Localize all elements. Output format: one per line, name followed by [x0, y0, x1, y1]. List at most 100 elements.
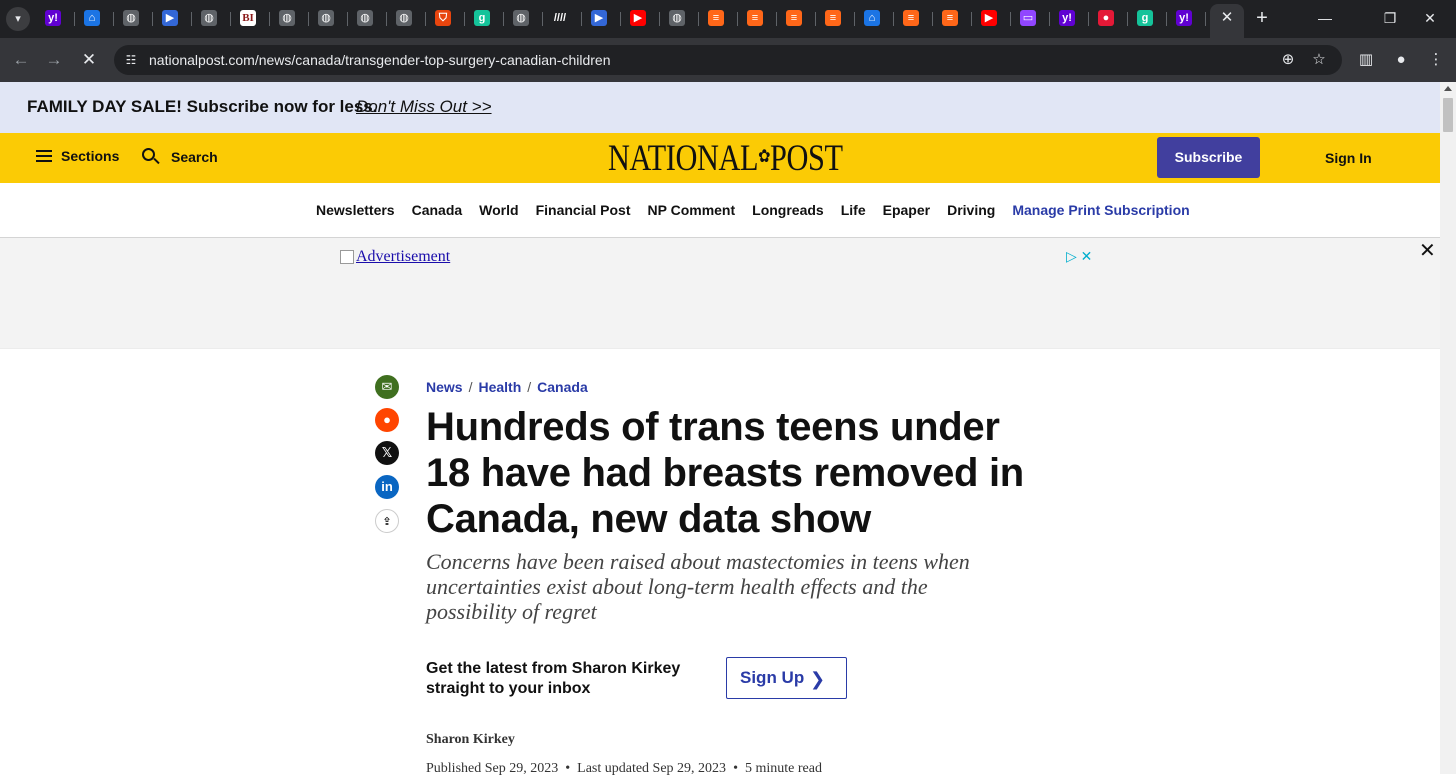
forward-button[interactable]: →: [42, 48, 66, 72]
x-icon[interactable]: 𝕏: [375, 441, 399, 465]
logo-word-right: POST: [770, 138, 843, 179]
tab-separator: [776, 12, 777, 26]
close-ad-icon[interactable]: ✕: [1419, 238, 1436, 263]
national-post-logo[interactable]: NATIONAL✿POST: [608, 137, 843, 180]
subscribe-button[interactable]: Subscribe: [1157, 137, 1260, 178]
section-nav-item[interactable]: Manage Print Subscription: [1012, 202, 1189, 218]
section-nav-item[interactable]: World: [479, 202, 518, 218]
author-byline[interactable]: Sharon Kirkey: [426, 732, 515, 748]
section-nav-item[interactable]: Longreads: [752, 202, 824, 218]
yahoo-icon[interactable]: y!: [45, 10, 61, 26]
grammarly-icon[interactable]: g: [1137, 10, 1153, 26]
globe-icon[interactable]: ◍: [357, 10, 373, 26]
zoom-icon[interactable]: ⊕: [1278, 50, 1298, 70]
scroll-up-arrow-icon[interactable]: [1444, 86, 1452, 91]
tab-separator: [1088, 12, 1089, 26]
tab-separator: [1127, 12, 1128, 26]
address-bar[interactable]: ☷ nationalpost.com/news/canada/transgend…: [114, 45, 1342, 75]
sign-up-button[interactable]: Sign Up ❯: [726, 657, 847, 699]
sign-in-link[interactable]: Sign In: [1325, 150, 1372, 166]
section-nav-item[interactable]: Driving: [947, 202, 995, 218]
media-icon[interactable]: ▶: [591, 10, 607, 26]
article-subheadline: Concerns have been raised about mastecto…: [426, 549, 970, 624]
shield-icon[interactable]: ⛉: [435, 10, 451, 26]
email-icon[interactable]: ✉: [375, 375, 399, 399]
promo-link[interactable]: Don't Miss Out >>: [356, 97, 492, 117]
twitch-icon[interactable]: ▭: [1020, 10, 1036, 26]
media-icon[interactable]: ▶: [162, 10, 178, 26]
grammarly-icon[interactable]: g: [474, 10, 490, 26]
bookmark-icon[interactable]: ≡: [942, 10, 958, 26]
youtube-icon[interactable]: ▶: [981, 10, 997, 26]
reddit-icon[interactable]: ●: [375, 408, 399, 432]
restore-button[interactable]: ❐: [1380, 8, 1400, 28]
tab-separator: [191, 12, 192, 26]
bookmark-icon[interactable]: ≡: [747, 10, 763, 26]
breadcrumb-news[interactable]: News: [426, 379, 463, 395]
search-button[interactable]: Search: [142, 148, 218, 166]
youtube-icon[interactable]: ▶: [630, 10, 646, 26]
share-icon[interactable]: ⇪: [375, 509, 399, 533]
tab-separator: [737, 12, 738, 26]
page-scrollbar[interactable]: [1440, 82, 1456, 774]
breadcrumb-canada[interactable]: Canada: [537, 379, 588, 395]
sections-label: Sections: [61, 148, 120, 164]
leaf-icon[interactable]: ⌂: [84, 10, 100, 26]
globe-icon[interactable]: ◍: [669, 10, 685, 26]
bookmark-star-icon[interactable]: ☆: [1309, 50, 1329, 70]
section-nav-item[interactable]: NP Comment: [648, 202, 736, 218]
bookmark-icon[interactable]: ≡: [825, 10, 841, 26]
section-nav-item[interactable]: Financial Post: [536, 202, 631, 218]
sections-button[interactable]: Sections: [36, 148, 119, 164]
section-nav-item[interactable]: Canada: [412, 202, 463, 218]
logo-word-left: NATIONAL: [608, 138, 759, 179]
adchoices-icon[interactable]: ▷ ✕: [1066, 248, 1092, 265]
advertisement-image[interactable]: Advertisement: [340, 248, 450, 266]
tab-separator: [269, 12, 270, 26]
url-text[interactable]: nationalpost.com/news/canada/transgender…: [149, 52, 611, 68]
bookmark-icon[interactable]: ≡: [786, 10, 802, 26]
window-close-button[interactable]: ✕: [1420, 8, 1440, 28]
leaf-icon[interactable]: ⌂: [864, 10, 880, 26]
profile-icon[interactable]: ●: [1390, 49, 1412, 71]
back-button[interactable]: ←: [9, 48, 33, 72]
yahoo-icon[interactable]: y!: [1059, 10, 1075, 26]
menu-kebab-icon[interactable]: ⋮: [1425, 49, 1447, 71]
tab-search-button[interactable]: ▾: [6, 7, 30, 31]
linkedin-icon[interactable]: in: [375, 475, 399, 499]
section-nav-item[interactable]: Life: [841, 202, 866, 218]
tab-separator: [152, 12, 153, 26]
breadcrumb-health[interactable]: Health: [478, 379, 521, 395]
bookmark-icon[interactable]: ≡: [903, 10, 919, 26]
new-tab-button[interactable]: +: [1252, 8, 1272, 28]
newsletter-promo-text: Get the latest from Sharon Kirkey straig…: [426, 660, 681, 697]
browser-toolbar: ← → ✕ ☷ nationalpost.com/news/canada/tra…: [0, 38, 1456, 82]
mic-icon[interactable]: ●: [1098, 10, 1114, 26]
site-settings-icon[interactable]: ☷: [122, 51, 140, 69]
tab-separator: [113, 12, 114, 26]
breadcrumb: News / Health / Canada: [426, 379, 588, 395]
tab-separator: [464, 12, 465, 26]
yahoo-icon[interactable]: y!: [1176, 10, 1192, 26]
sign-up-label: Sign Up: [740, 668, 805, 687]
bookmark-icon[interactable]: ≡: [708, 10, 724, 26]
globe-icon[interactable]: ◍: [396, 10, 412, 26]
minimize-button[interactable]: —: [1315, 8, 1335, 28]
side-panel-icon[interactable]: ▥: [1355, 49, 1377, 71]
tab-separator: [1166, 12, 1167, 26]
globe-icon[interactable]: ◍: [513, 10, 529, 26]
stop-loading-button[interactable]: ✕: [77, 48, 101, 72]
substack-icon[interactable]: ////: [552, 10, 568, 26]
globe-icon[interactable]: ◍: [318, 10, 334, 26]
globe-icon[interactable]: ◍: [123, 10, 139, 26]
close-tab-icon[interactable]: ✕: [1219, 9, 1235, 27]
section-nav-item[interactable]: Newsletters: [316, 202, 395, 218]
scroll-thumb[interactable]: [1443, 98, 1453, 132]
tab-separator: [1205, 12, 1206, 26]
globe-icon[interactable]: ◍: [279, 10, 295, 26]
search-label: Search: [171, 149, 218, 165]
globe-icon[interactable]: ◍: [201, 10, 217, 26]
bi-icon[interactable]: BI: [240, 10, 256, 26]
tab-separator: [230, 12, 231, 26]
section-nav-item[interactable]: Epaper: [883, 202, 930, 218]
